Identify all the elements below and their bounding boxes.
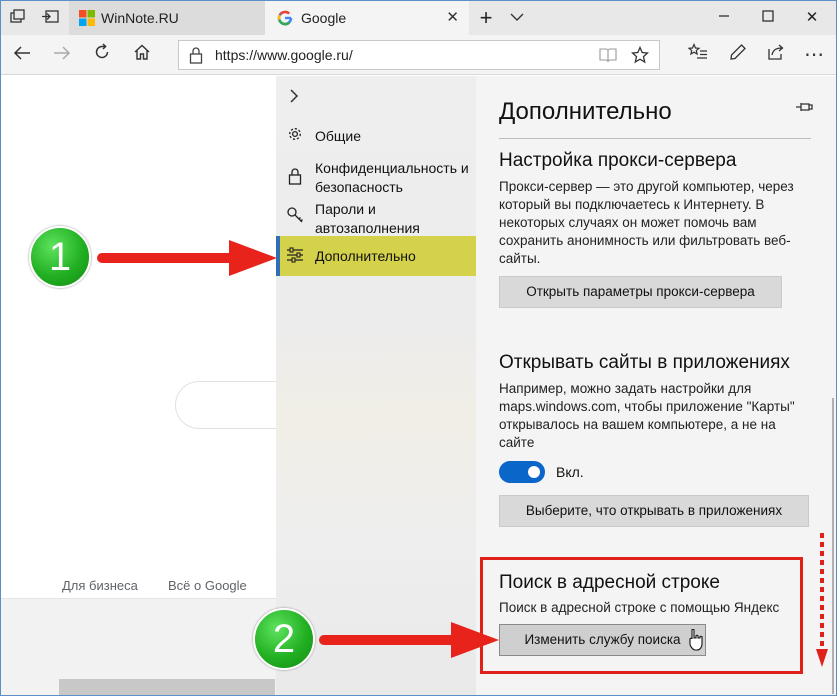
- choose-apps-button[interactable]: Выберите, что открывать в приложениях: [499, 495, 809, 527]
- toggle-label: Вкл.: [556, 464, 584, 480]
- proxy-section-title: Настройка прокси-сервера: [499, 150, 737, 171]
- footer-link-about[interactable]: Всё о Google: [168, 578, 247, 593]
- mouse-cursor: [689, 629, 703, 651]
- forward-arrow-icon[interactable]: [49, 43, 75, 67]
- nav-item-advanced[interactable]: Дополнительно: [276, 236, 476, 276]
- title-bar: WinNote.RU Google ✕ + ✕: [1, 1, 836, 35]
- nav-item-general[interactable]: Общие: [276, 124, 476, 148]
- apps-section-text: Например, можно задать настройки для map…: [499, 381, 795, 450]
- sliders-icon: [286, 246, 304, 268]
- tab-manager-icon[interactable]: [9, 9, 27, 27]
- step-2-arrow: [319, 622, 499, 658]
- chevron-right-icon[interactable]: [288, 88, 300, 109]
- key-icon: [286, 206, 304, 228]
- nav-item-privacy[interactable]: Конфиденциальность и безопасность: [276, 157, 476, 197]
- set-aside-tabs-icon[interactable]: [41, 9, 59, 27]
- minimize-button[interactable]: [712, 6, 736, 30]
- tab-google[interactable]: Google ✕: [265, 1, 469, 35]
- windows-logo-icon: [79, 10, 95, 26]
- toggle-knob: [528, 466, 540, 478]
- tab-title: Google: [301, 10, 347, 26]
- scroll-down-arrow: [816, 533, 828, 667]
- close-window-button[interactable]: ✕: [800, 6, 824, 30]
- footer-link-business[interactable]: Для бизнеса: [62, 578, 138, 593]
- share-icon[interactable]: [763, 43, 789, 67]
- step-1-arrow: [97, 240, 277, 276]
- url-text: https://www.google.ru/: [215, 47, 353, 63]
- nav-item-label: Конфиденциальность и безопасность: [315, 160, 469, 195]
- settings-nav-pane: Общие Конфиденциальность и безопасность …: [276, 76, 476, 695]
- web-page: [1, 76, 315, 695]
- favorites-hub-icon[interactable]: [685, 42, 711, 67]
- pin-icon[interactable]: [794, 100, 814, 116]
- open-in-apps-toggle[interactable]: [499, 461, 545, 483]
- chevron-down-icon[interactable]: [505, 6, 529, 30]
- tab-title: WinNote.RU: [101, 10, 179, 26]
- step-1-badge: 1: [29, 226, 91, 288]
- lock-icon: [286, 167, 304, 189]
- reading-view-icon[interactable]: [599, 47, 617, 68]
- pen-icon[interactable]: [725, 43, 751, 67]
- scrollbar[interactable]: [832, 398, 834, 694]
- refresh-icon[interactable]: [89, 43, 115, 67]
- nav-item-passwords[interactable]: Пароли и автозаполнения: [276, 198, 476, 238]
- nav-item-label: Общие: [315, 128, 362, 144]
- new-tab-icon[interactable]: +: [474, 6, 498, 30]
- back-arrow-icon[interactable]: [9, 43, 35, 67]
- browser-window: WinNote.RU Google ✕ + ✕ https://www.goog…: [0, 0, 837, 696]
- google-logo-icon: [277, 10, 293, 26]
- page-scrollbar[interactable]: [59, 679, 275, 695]
- close-tab-icon[interactable]: ✕: [446, 8, 459, 26]
- divider: [499, 138, 811, 139]
- more-options-icon[interactable]: ⋯: [801, 43, 827, 67]
- address-bar[interactable]: https://www.google.ru/: [178, 40, 660, 70]
- proxy-section-text: Прокси-сервер — это другой компьютер, че…: [499, 179, 794, 266]
- navigation-bar: https://www.google.ru/ ⋯: [1, 35, 836, 75]
- home-icon[interactable]: [129, 43, 155, 67]
- nav-item-label: Дополнительно: [315, 248, 416, 264]
- maximize-button[interactable]: [756, 6, 780, 30]
- apps-section-title: Открывать сайты в приложениях: [499, 352, 790, 373]
- lock-icon: [189, 46, 205, 64]
- highlight-box: [480, 557, 803, 674]
- nav-item-label: Пароли и автозаполнения: [315, 201, 420, 236]
- open-proxy-settings-button[interactable]: Открыть параметры прокси-сервера: [499, 276, 782, 308]
- page-title: Дополнительно: [499, 98, 672, 125]
- step-2-badge: 2: [253, 608, 315, 670]
- gear-icon: [286, 126, 304, 146]
- tab-winnote[interactable]: WinNote.RU: [69, 1, 265, 35]
- favorite-star-icon[interactable]: [630, 45, 650, 69]
